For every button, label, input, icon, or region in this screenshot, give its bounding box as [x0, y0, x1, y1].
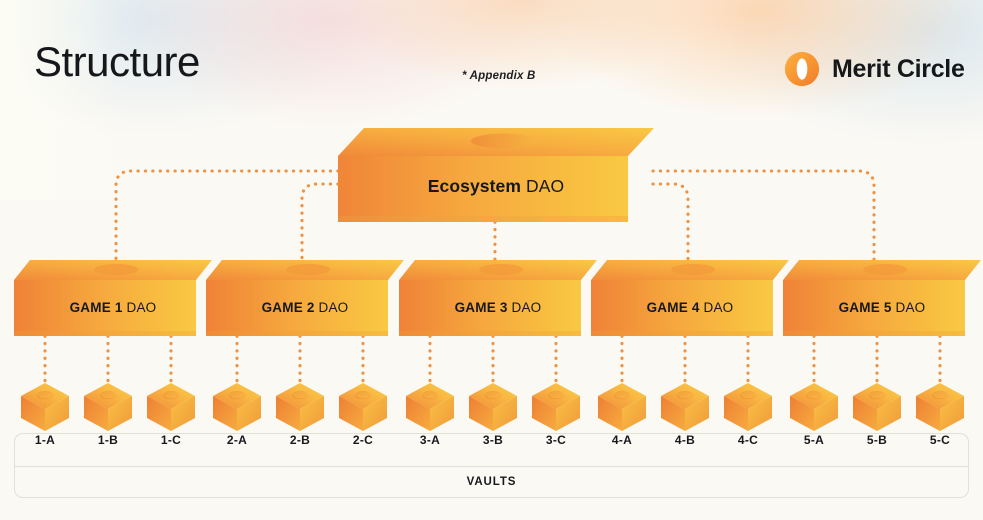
brand-logo: Merit Circle — [783, 50, 965, 88]
cube-icon — [853, 383, 901, 431]
diagram-canvas: Structure * Appendix B Merit Circle Ecos… — [0, 0, 983, 520]
cube-icon — [147, 383, 195, 431]
vaults-divider — [15, 466, 968, 467]
vault-cube-4-c[interactable]: 4-C — [722, 381, 774, 447]
cube-icon — [790, 383, 838, 431]
vaults-caption: VAULTS — [466, 476, 517, 488]
ecosystem-dao-node[interactable]: Ecosystem DAO — [338, 128, 654, 224]
vault-cube-1-c[interactable]: 1-C — [145, 381, 197, 447]
vault-cube-2-a[interactable]: 2-A — [211, 381, 263, 447]
cube-icon — [661, 383, 709, 431]
vault-cube-4-a[interactable]: 4-A — [596, 381, 648, 447]
game-dao-node-2[interactable]: GAME 2 DAO — [206, 260, 404, 340]
vault-cube-5-b[interactable]: 5-B — [851, 381, 903, 447]
cube-icon — [21, 383, 69, 431]
cube-icon — [724, 383, 772, 431]
cube-icon — [598, 383, 646, 431]
game-dao-node-3[interactable]: GAME 3 DAO — [399, 260, 597, 340]
vault-cube-2-c[interactable]: 2-C — [337, 381, 389, 447]
vault-cube-3-b[interactable]: 3-B — [467, 381, 519, 447]
brand-name: Merit Circle — [832, 54, 965, 83]
vault-cube-3-a[interactable]: 3-A — [404, 381, 456, 447]
background-gradient-left-fade — [0, 0, 120, 200]
vault-cube-1-b[interactable]: 1-B — [82, 381, 134, 447]
vault-cube-1-a[interactable]: 1-A — [19, 381, 71, 447]
game-dao-node-1[interactable]: GAME 1 DAO — [14, 260, 212, 340]
vault-cube-5-a[interactable]: 5-A — [788, 381, 840, 447]
merit-circle-logo-icon — [784, 51, 820, 87]
cube-icon — [213, 383, 261, 431]
vault-cube-3-c[interactable]: 3-C — [530, 381, 582, 447]
game-dao-node-4[interactable]: GAME 4 DAO — [591, 260, 789, 340]
cube-icon — [276, 383, 324, 431]
cube-icon — [339, 383, 387, 431]
vault-cube-5-c[interactable]: 5-C — [914, 381, 966, 447]
game-dao-node-5[interactable]: GAME 5 DAO — [783, 260, 981, 340]
appendix-note: * Appendix B — [462, 70, 536, 82]
cube-icon — [406, 383, 454, 431]
vault-cube-2-b[interactable]: 2-B — [274, 381, 326, 447]
cube-icon — [469, 383, 517, 431]
cube-icon — [84, 383, 132, 431]
cube-icon — [532, 383, 580, 431]
cube-icon — [916, 383, 964, 431]
page-title: Structure — [34, 38, 200, 85]
vault-cube-4-b[interactable]: 4-B — [659, 381, 711, 447]
